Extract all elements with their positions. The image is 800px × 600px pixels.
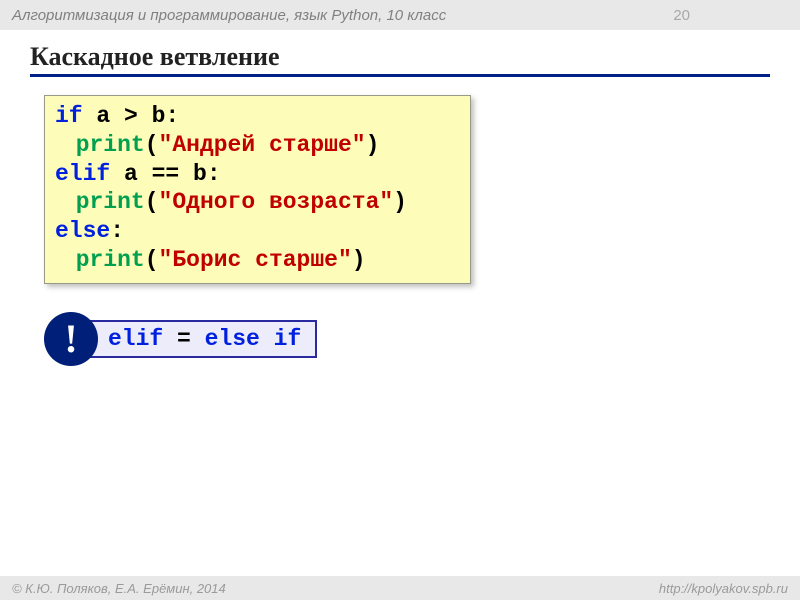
note-sp [260,326,274,352]
kw-if: if [55,103,83,129]
copyright: © К.Ю. Поляков, Е.А. Ерёмин, 2014 [12,581,226,596]
paren-close-3: ) [352,247,366,273]
slide-title: Каскадное ветвление [30,42,770,77]
func-print-2: print [76,189,145,215]
paren-close-2: ) [393,189,407,215]
page-number: 20 [673,7,690,24]
paren-open-3: ( [145,247,159,273]
func-print-3: print [76,247,145,273]
exclamation-mark: ! [64,319,77,359]
colon-else: : [110,218,124,244]
paren-open-1: ( [145,132,159,158]
note-else: else [205,326,260,352]
paren-close-1: ) [366,132,380,158]
footer-url: http://kpolyakov.spb.ru [659,581,788,596]
course-title: Алгоритмизация и программирование, язык … [12,7,446,24]
str-1: "Андрей старше" [159,132,366,158]
note-eq: = [163,326,204,352]
title-wrap: Каскадное ветвление [0,30,800,81]
str-2: "Одного возраста" [159,189,394,215]
note-box: elif = else if [90,320,317,358]
kw-else: else [55,218,110,244]
note-if: if [274,326,302,352]
exclamation-icon: ! [44,312,98,366]
cond-2: a == b: [110,161,220,187]
paren-open-2: ( [145,189,159,215]
cond-1: a > b: [83,103,180,129]
note-row: ! elif = else if [44,312,800,366]
slide-header: Алгоритмизация и программирование, язык … [0,0,800,30]
code-block: if a > b: print("Андрей старше") elif a … [44,95,471,284]
note-elif: elif [108,326,163,352]
str-3: "Борис старше" [159,247,352,273]
func-print-1: print [76,132,145,158]
kw-elif: elif [55,161,110,187]
slide-footer: © К.Ю. Поляков, Е.А. Ерёмин, 2014 http:/… [0,576,800,600]
